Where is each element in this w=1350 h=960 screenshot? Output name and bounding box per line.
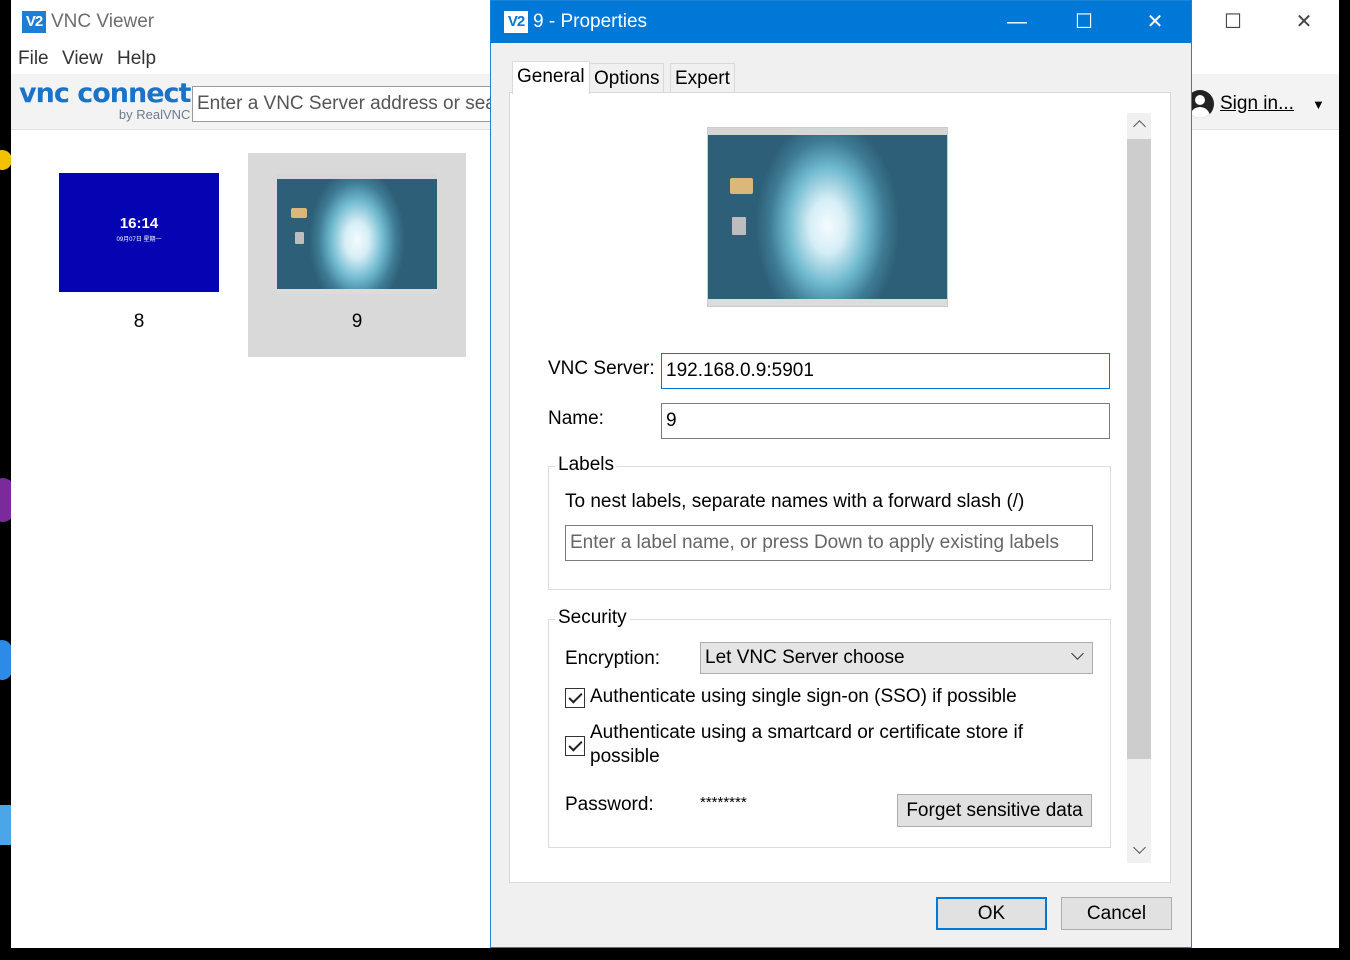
menu-help[interactable]: Help: [117, 48, 156, 70]
password-value: ********: [700, 794, 747, 811]
connection-card-9[interactable]: 9: [248, 153, 466, 357]
minimize-button[interactable]: —: [994, 6, 1040, 38]
vnc-logo-icon: V2: [22, 11, 46, 33]
trash-icon: [294, 231, 305, 244]
vnc-logo-icon: V2: [504, 11, 528, 33]
brand-name: vnc connect: [19, 78, 191, 109]
connection-label: 9: [351, 311, 363, 332]
window-title: VNC Viewer: [51, 11, 155, 32]
sign-in-button[interactable]: Sign in... ▼: [1186, 88, 1325, 120]
connection-label: 8: [133, 311, 145, 332]
maximize-button[interactable]: ☐: [1210, 6, 1256, 38]
chevron-down-icon: ▼: [1311, 96, 1325, 112]
encryption-label: Encryption:: [565, 648, 661, 669]
encryption-select[interactable]: Let VNC Server choose: [700, 642, 1093, 674]
scroll-up-icon[interactable]: [1127, 113, 1151, 135]
encryption-value: Let VNC Server choose: [705, 647, 905, 668]
close-button[interactable]: ✕: [1132, 6, 1178, 38]
menu-view[interactable]: View: [62, 48, 103, 70]
brand-logo: vnc connect by RealVNC: [19, 78, 191, 123]
check-icon: [568, 689, 583, 704]
sso-checkbox[interactable]: [565, 688, 585, 708]
trash-icon: [731, 217, 747, 235]
cancel-button[interactable]: Cancel: [1061, 897, 1172, 930]
chevron-down-icon: [1071, 647, 1084, 660]
desktop-preview: [707, 127, 948, 307]
vertical-scrollbar[interactable]: [1127, 113, 1151, 863]
smartcard-checkbox[interactable]: [565, 736, 585, 756]
smartcard-label-line2: possible: [590, 746, 660, 767]
labels-group-title: Labels: [555, 454, 617, 476]
labels-hint: To nest labels, separate names with a fo…: [565, 491, 1025, 512]
ok-button[interactable]: OK: [936, 897, 1047, 930]
sso-label: Authenticate using single sign-on (SSO) …: [590, 686, 1017, 707]
lock-date: 09月07日 星期一: [116, 237, 162, 243]
connection-thumbnail: [277, 174, 437, 294]
connection-card-8[interactable]: 16:14 09月07日 星期一 8: [30, 153, 248, 357]
scrollbar-thumb[interactable]: [1127, 139, 1151, 759]
dialog-title: 9 - Properties: [533, 11, 648, 32]
forget-sensitive-data-button[interactable]: Forget sensitive data: [897, 794, 1092, 827]
folder-icon: [291, 207, 308, 219]
lock-time: 16:14: [119, 215, 159, 232]
scroll-down-icon[interactable]: [1127, 841, 1151, 863]
smartcard-label-line1: Authenticate using a smartcard or certif…: [590, 722, 1023, 743]
general-panel: VNC Server: 192.168.0.9:5901 Name: 9 Lab…: [509, 92, 1171, 883]
check-icon: [568, 737, 583, 752]
security-group-title: Security: [555, 607, 630, 629]
connection-thumbnail: 16:14 09月07日 星期一: [59, 173, 219, 292]
password-label: Password:: [565, 794, 654, 815]
name-field[interactable]: 9: [661, 403, 1110, 439]
sign-in-label: Sign in...: [1220, 93, 1294, 114]
folder-icon: [729, 177, 754, 194]
brand-sub: by RealVNC: [118, 107, 191, 122]
menu-file[interactable]: File: [18, 48, 49, 70]
vnc-server-field[interactable]: 192.168.0.9:5901: [661, 353, 1110, 389]
tab-general[interactable]: General: [512, 61, 590, 94]
search-input[interactable]: Enter a VNC Server address or search: [192, 86, 522, 122]
maximize-button[interactable]: ☐: [1061, 6, 1107, 38]
name-label: Name:: [548, 408, 604, 429]
close-button[interactable]: ✕: [1281, 6, 1327, 38]
labels-group: Labels To nest labels, separate names wi…: [548, 454, 1111, 590]
dialog-titlebar: V2 9 - Properties — ☐ ✕: [491, 1, 1191, 43]
tab-expert[interactable]: Expert: [670, 63, 735, 93]
tab-options[interactable]: Options: [589, 63, 665, 93]
vnc-server-label: VNC Server:: [548, 358, 655, 379]
label-input[interactable]: Enter a label name, or press Down to app…: [565, 525, 1093, 561]
security-group: Security Encryption: Let VNC Server choo…: [548, 607, 1111, 848]
properties-dialog: V2 9 - Properties — ☐ ✕ General Options …: [490, 0, 1192, 948]
